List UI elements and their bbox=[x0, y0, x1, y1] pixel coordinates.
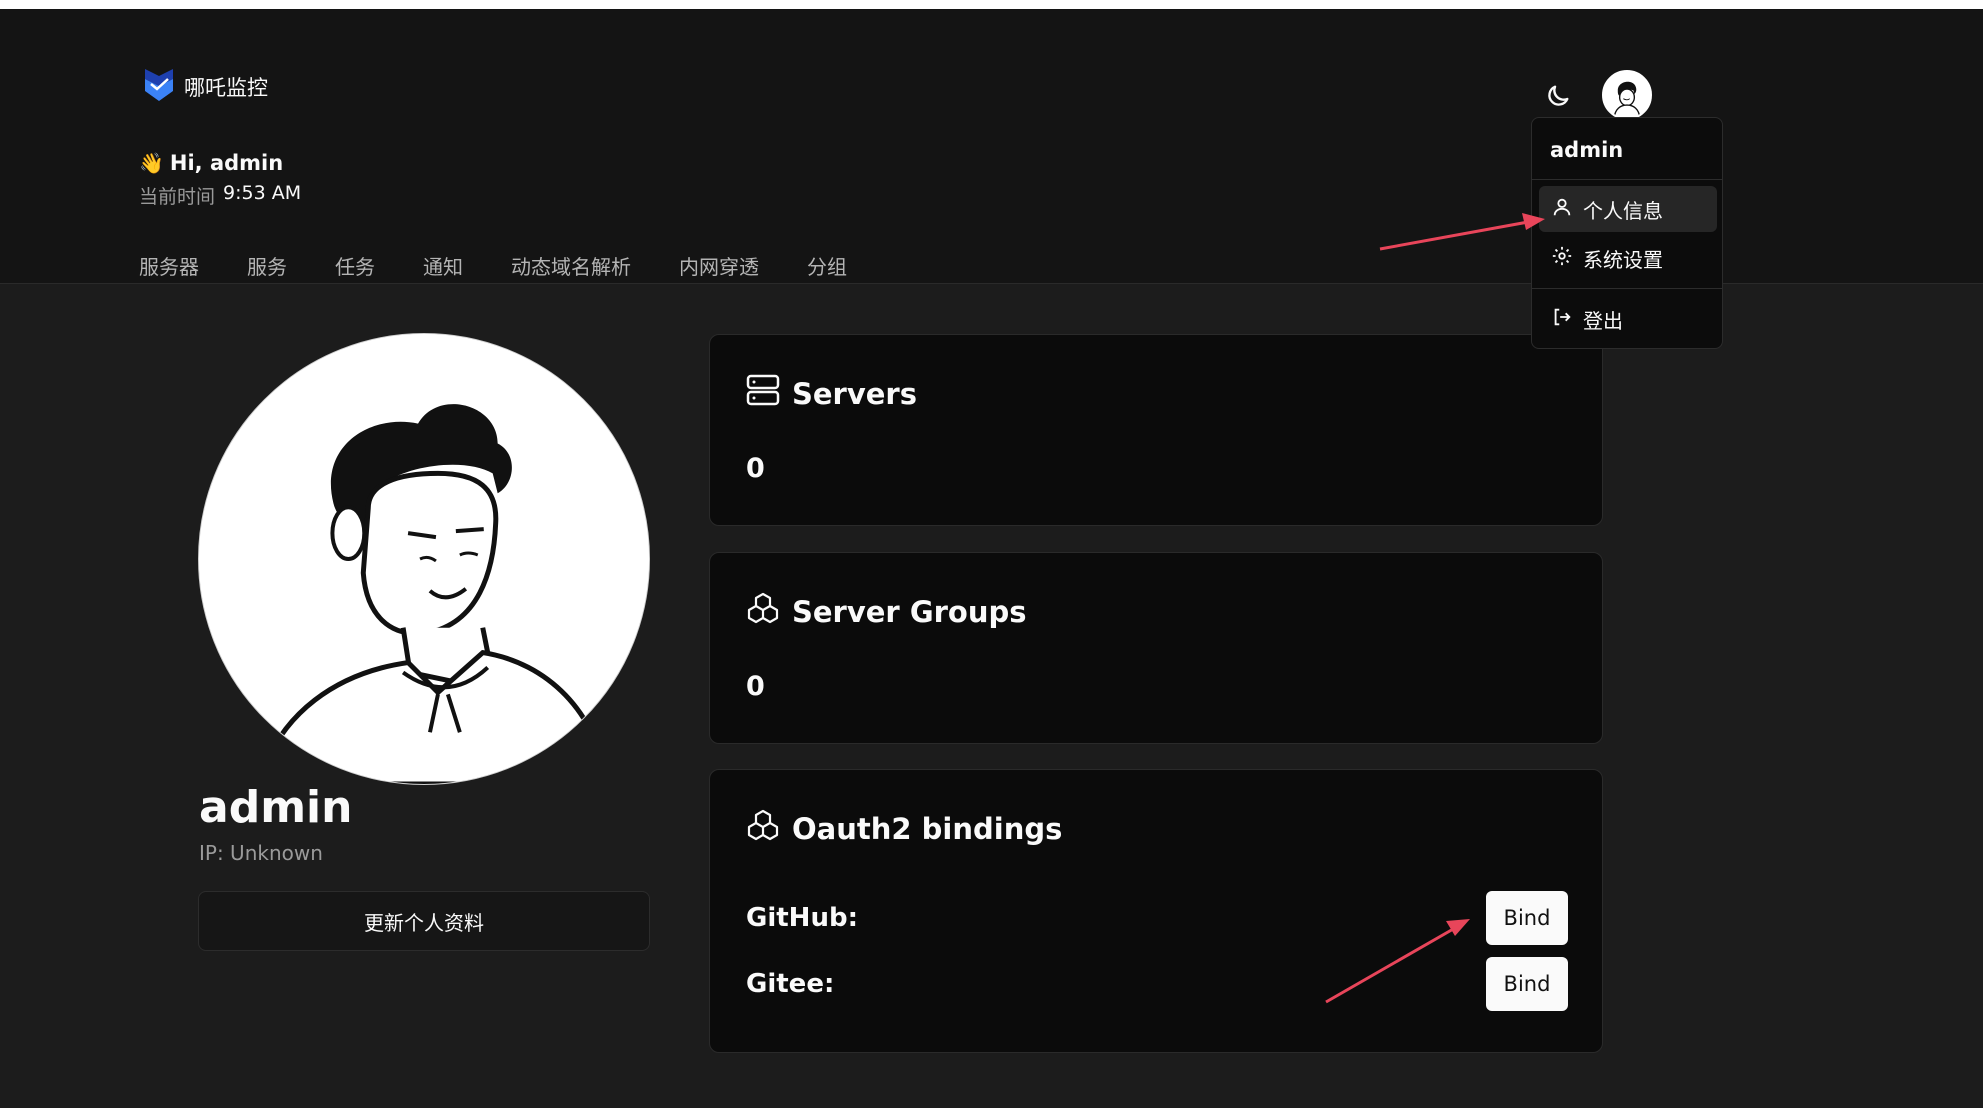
nav-item-servers[interactable]: 服务器 bbox=[139, 251, 199, 280]
card-title: Oauth2 bindings bbox=[746, 808, 1062, 849]
menu-item-label: 个人信息 bbox=[1583, 198, 1663, 223]
menu-item-label: 系统设置 bbox=[1583, 247, 1663, 272]
server-groups-count: 0 bbox=[746, 671, 765, 702]
user-avatar[interactable] bbox=[1602, 70, 1652, 120]
user-icon bbox=[1551, 196, 1573, 223]
card-title: Server Groups bbox=[746, 591, 1027, 632]
moon-icon[interactable] bbox=[1544, 82, 1572, 110]
greeting: 👋 Hi, admin bbox=[139, 151, 283, 175]
logo-icon bbox=[143, 67, 175, 107]
update-profile-button[interactable]: 更新个人资料 bbox=[198, 891, 650, 951]
profile-ip: IP: Unknown bbox=[199, 841, 323, 865]
bind-gitee-button[interactable]: Bind bbox=[1486, 957, 1568, 1011]
boxes-icon bbox=[746, 808, 780, 849]
server-groups-card: Server Groups 0 bbox=[709, 552, 1603, 744]
page: 哪吒监控 👋 Hi, admin 当前时间 9:53 AM 服务器 服务 任务 … bbox=[0, 0, 1983, 1108]
logout-icon bbox=[1551, 306, 1573, 333]
nav-item-nat[interactable]: 内网穿透 bbox=[679, 251, 759, 280]
profile-name: admin bbox=[199, 782, 353, 833]
time-value: 9:53 AM bbox=[223, 182, 302, 204]
time-label: 当前时间 bbox=[139, 186, 216, 208]
brand-name: 哪吒监控 bbox=[184, 76, 268, 100]
bind-github-button[interactable]: Bind bbox=[1486, 891, 1568, 945]
servers-card: Servers 0 bbox=[709, 334, 1603, 526]
dropdown-username: admin bbox=[1550, 138, 1624, 162]
nav-item-notifications[interactable]: 通知 bbox=[423, 251, 463, 280]
menu-item-logout[interactable]: 登出 bbox=[1539, 296, 1717, 342]
brand[interactable]: 哪吒监控 bbox=[143, 67, 268, 107]
nav-item-services[interactable]: 服务 bbox=[247, 251, 287, 280]
nav-item-tasks[interactable]: 任务 bbox=[335, 251, 375, 280]
menu-item-profile[interactable]: 个人信息 bbox=[1539, 186, 1717, 232]
user-dropdown-menu: admin 个人信息 系统设置 登出 bbox=[1531, 117, 1723, 349]
boxes-icon bbox=[746, 591, 780, 632]
nav-item-groups[interactable]: 分组 bbox=[807, 251, 847, 280]
server-groups-title: Server Groups bbox=[792, 594, 1027, 629]
gear-icon bbox=[1551, 245, 1573, 272]
browser-top-strip bbox=[0, 0, 1983, 9]
dropdown-divider bbox=[1532, 179, 1722, 180]
menu-item-label: 登出 bbox=[1583, 308, 1623, 333]
current-time: 当前时间 9:53 AM bbox=[139, 182, 301, 209]
oauth-bindings-card: Oauth2 bindings GitHub: Bind Gitee: Bind bbox=[709, 769, 1603, 1053]
server-icon bbox=[746, 373, 780, 414]
servers-count: 0 bbox=[746, 453, 765, 484]
main-nav: 服务器 服务 任务 通知 动态域名解析 内网穿透 分组 bbox=[139, 251, 895, 280]
provider-gitee-label: Gitee: bbox=[746, 969, 835, 999]
profile-avatar bbox=[198, 333, 650, 785]
nav-item-ddns[interactable]: 动态域名解析 bbox=[511, 251, 631, 280]
card-title: Servers bbox=[746, 373, 917, 414]
servers-title: Servers bbox=[792, 376, 917, 411]
greeting-text: Hi, admin bbox=[169, 151, 284, 175]
menu-item-settings[interactable]: 系统设置 bbox=[1539, 235, 1717, 281]
wave-icon: 👋 bbox=[139, 151, 164, 175]
provider-github-label: GitHub: bbox=[746, 903, 858, 933]
dropdown-divider bbox=[1532, 288, 1722, 289]
oauth-title: Oauth2 bindings bbox=[792, 811, 1063, 846]
